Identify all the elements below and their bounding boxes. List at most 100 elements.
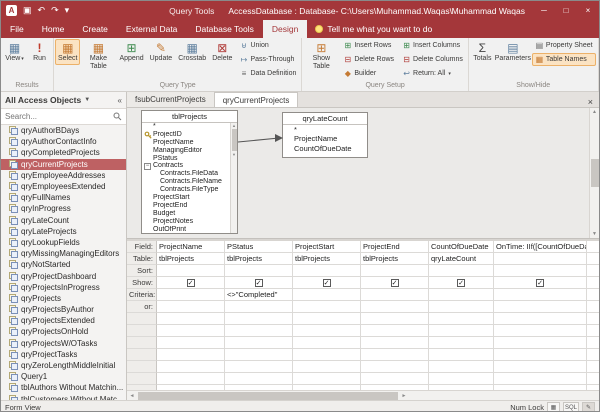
grid-cell[interactable] [587, 313, 599, 325]
sidebar-item-qryprojectsinprogress[interactable]: qryProjectsInProgress [1, 282, 126, 293]
grid-cell[interactable]: ✓ [361, 277, 429, 289]
grid-cell[interactable] [157, 361, 225, 373]
collapse-icon[interactable]: − [144, 163, 151, 170]
sidebar-item-qryemployeeaddresses[interactable]: qryEmployeeAddresses [1, 170, 126, 181]
scrollbar-thumb[interactable] [591, 159, 599, 187]
show-checkbox[interactable]: ✓ [323, 279, 331, 287]
data-definition-button[interactable]: ≡Data Definition [236, 67, 299, 80]
grid-cell[interactable]: ProjectEnd [361, 241, 429, 253]
sidebar-item-qrymissingmanagingeditors[interactable]: qryMissingManagingEditors [1, 248, 126, 259]
field-contracts[interactable]: −Contracts [142, 162, 237, 170]
field-projectend[interactable]: ProjectEnd [142, 202, 237, 210]
grid-cell[interactable] [494, 325, 587, 337]
show-table-button[interactable]: ⊞Show Table [303, 39, 339, 73]
scroll-up-icon[interactable]: ▲ [592, 109, 597, 115]
grid-cell[interactable] [225, 265, 293, 277]
sidebar-item-qryauthorcontactinfo[interactable]: qryAuthorContactInfo [1, 136, 126, 147]
sidebar-item-qrycurrentprojects[interactable]: qryCurrentProjects [1, 159, 126, 170]
sidebar-item-qrycompletedprojects[interactable]: qryCompletedProjects [1, 147, 126, 158]
sidebar-item-qryauthorbdays[interactable]: qryAuthorBDays [1, 125, 126, 136]
grid-cell[interactable] [494, 301, 587, 313]
grid-cell[interactable] [293, 373, 361, 385]
grid-cell[interactable] [293, 313, 361, 325]
design-view-icon[interactable]: ✎ [582, 402, 595, 412]
grid-cell[interactable] [157, 265, 225, 277]
totals-button[interactable]: ΣTotals [470, 39, 495, 65]
grid-cell[interactable] [157, 349, 225, 361]
grid-cell[interactable]: ✓ [225, 277, 293, 289]
grid-cell[interactable]: qryLateCount [429, 253, 494, 265]
grid-cell[interactable] [494, 373, 587, 385]
grid-cell[interactable] [157, 289, 225, 301]
grid-cell[interactable] [587, 277, 599, 289]
field-projectid[interactable]: ProjectID [142, 131, 237, 139]
sidebar-item-qryprojectsbyauthor[interactable]: qryProjectsByAuthor [1, 304, 126, 315]
qat-dropdown-icon[interactable]: ▾ [65, 6, 70, 15]
grid-cell[interactable] [361, 373, 429, 385]
field-countofduedate[interactable]: CountOfDueDate [283, 144, 367, 154]
field-budget[interactable]: Budget [142, 210, 237, 218]
grid-cell[interactable] [587, 373, 599, 385]
sidebar-item-qrylatecount[interactable]: qryLateCount [1, 215, 126, 226]
grid-cell[interactable] [361, 385, 429, 390]
sidebar-item-qryprojectdashboard[interactable]: qryProjectDashboard [1, 270, 126, 281]
grid-cell[interactable] [587, 301, 599, 313]
field-contracts-filetype[interactable]: Contracts.FileType [142, 186, 237, 194]
grid-cell[interactable] [587, 337, 599, 349]
redo-icon[interactable]: ↷ [51, 6, 59, 15]
grid-cell[interactable] [429, 265, 494, 277]
sidebar-item-qryfullnames[interactable]: qryFullNames [1, 192, 126, 203]
sidebar-item-qryprojectsonhold[interactable]: qryProjectsOnHold [1, 326, 126, 337]
sql-view-icon[interactable]: SQL [563, 402, 579, 412]
grid-cell[interactable] [225, 373, 293, 385]
grid-cell[interactable] [157, 325, 225, 337]
scroll-down-icon[interactable]: ▼ [592, 231, 597, 237]
grid-cell[interactable] [429, 337, 494, 349]
pass-through-button[interactable]: ↦Pass-Through [236, 53, 299, 66]
grid-cell[interactable] [225, 325, 293, 337]
select-button[interactable]: ▦Select [55, 39, 80, 65]
grid-cell[interactable] [361, 301, 429, 313]
maximize-button[interactable]: □ [555, 1, 577, 20]
field-pstatus[interactable]: PStatus [142, 155, 237, 163]
grid-cell[interactable] [587, 253, 599, 265]
field-[interactable]: * [142, 123, 237, 131]
crosstab-button[interactable]: ▦Crosstab [175, 39, 209, 65]
sidebar-item-qryprojecttasks[interactable]: qryProjectTasks [1, 349, 126, 360]
grid-cell[interactable]: tblProjects [361, 253, 429, 265]
close-button[interactable]: × [577, 1, 599, 20]
grid-cell[interactable] [225, 301, 293, 313]
datasheet-view-icon[interactable]: ▦ [547, 402, 560, 412]
insert-rows-button[interactable]: ⊞Insert Rows [340, 39, 397, 52]
grid-cell[interactable] [587, 289, 599, 301]
grid-cell[interactable] [361, 265, 429, 277]
grid-cell[interactable]: <>"Completed" [225, 289, 293, 301]
field-outofprint[interactable]: OutOfPrint [142, 226, 237, 234]
delete-rows-button[interactable]: ⊟Delete Rows [340, 53, 397, 66]
field-contracts-filename[interactable]: Contracts.FileName [142, 178, 237, 186]
ribbon-tab-database-tools[interactable]: Database Tools [186, 20, 262, 38]
sidebar-item-query1[interactable]: Query1 [1, 371, 126, 382]
grid-cell[interactable] [429, 385, 494, 390]
append-button[interactable]: ⊞Append [116, 39, 146, 65]
sidebar-item-qrylookupfields[interactable]: qryLookupFields [1, 237, 126, 248]
sidebar-item-qryinprogress[interactable]: qryInProgress [1, 203, 126, 214]
grid-cell[interactable]: PStatus [225, 241, 293, 253]
grid-cell[interactable] [293, 265, 361, 277]
grid-cell[interactable] [494, 253, 587, 265]
tell-me-box[interactable]: Tell me what you want to do [315, 24, 432, 34]
grid-cell[interactable] [293, 361, 361, 373]
show-checkbox[interactable]: ✓ [255, 279, 263, 287]
grid-cell[interactable] [587, 325, 599, 337]
scroll-left-icon[interactable]: ◄ [127, 393, 137, 399]
sidebar-item-qryprojectsextended[interactable]: qryProjectsExtended [1, 315, 126, 326]
horizontal-scrollbar[interactable]: ◄ ► [127, 390, 599, 400]
field-projectname[interactable]: ProjectName [142, 139, 237, 147]
close-document-icon[interactable]: × [582, 97, 599, 107]
grid-cell[interactable] [293, 289, 361, 301]
grid-cell[interactable]: tblProjects [157, 253, 225, 265]
grid-cell[interactable] [587, 349, 599, 361]
search-input[interactable] [5, 112, 113, 121]
grid-cell[interactable] [429, 373, 494, 385]
grid-cell[interactable] [361, 313, 429, 325]
